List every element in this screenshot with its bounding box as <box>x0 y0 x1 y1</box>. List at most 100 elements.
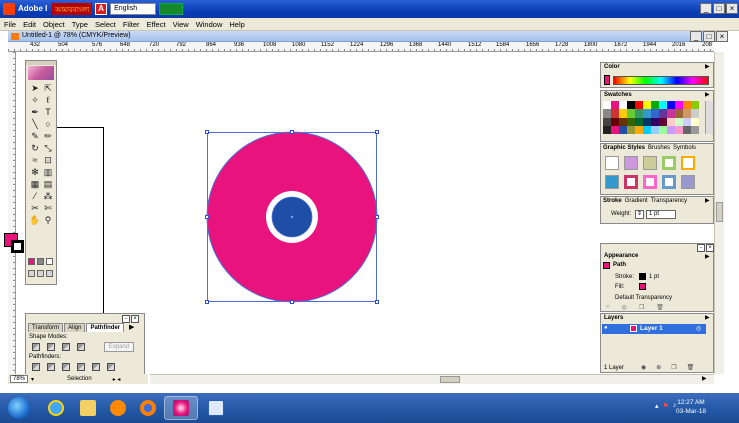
type-tool-icon[interactable]: T <box>42 107 54 118</box>
line-tool-icon[interactable]: ╲ <box>29 119 41 130</box>
stroke-color-swatch[interactable] <box>11 240 24 253</box>
illustrator-taskbar-button[interactable] <box>164 396 198 420</box>
tab-graphic-styles[interactable]: Graphic Styles <box>603 145 645 151</box>
swatch[interactable] <box>683 125 691 134</box>
menu-object[interactable]: Object <box>43 20 65 29</box>
stroke-weight-input[interactable]: 1 pt <box>646 210 676 219</box>
rotate-tool-icon[interactable]: ↻ <box>29 143 41 154</box>
free-transform-tool-icon[interactable]: ⊡ <box>42 155 54 166</box>
zoom-level-field[interactable]: 78% <box>10 375 29 383</box>
ime-bangla-label[interactable]: আমারবাংলা <box>52 3 93 15</box>
tab-transparency[interactable]: Transparency <box>651 198 687 204</box>
style-thumb[interactable] <box>643 175 657 189</box>
swatches-panel-menu-icon[interactable]: ▶ <box>705 91 710 98</box>
swatch[interactable] <box>643 109 651 118</box>
ellipse-tool-icon[interactable]: ○ <box>42 119 54 130</box>
selection-handle[interactable] <box>375 130 379 134</box>
duplicate-item-icon[interactable]: ❐ <box>639 304 644 311</box>
layer-name[interactable]: Layer 1 <box>640 325 663 332</box>
swatch[interactable] <box>667 125 675 134</box>
menu-select[interactable]: Select <box>95 20 116 29</box>
layers-panel-title[interactable]: Layers <box>604 315 623 321</box>
swatch[interactable] <box>643 125 651 134</box>
media-player-taskbar-button[interactable] <box>104 396 132 420</box>
zoom-dropdown-icon[interactable]: ▾ <box>31 376 34 383</box>
tab-pathfinder[interactable]: Pathfinder <box>86 323 125 332</box>
pen-tool-icon[interactable]: ✒ <box>29 107 41 118</box>
stroke-weight-stepper[interactable]: ⇕ <box>635 210 644 219</box>
restore-icon[interactable]: □ <box>713 3 725 14</box>
add-to-shape-icon[interactable] <box>32 343 40 351</box>
swatch[interactable] <box>635 117 643 126</box>
trim-icon[interactable] <box>47 363 55 371</box>
reduce-basic-icon[interactable]: ◎ <box>622 304 627 311</box>
swatch[interactable] <box>619 125 627 134</box>
swatch[interactable] <box>659 117 667 126</box>
style-thumb[interactable] <box>624 175 638 189</box>
scroll-right-arrow-icon[interactable]: ▶ <box>702 375 707 382</box>
selection-handle[interactable] <box>205 215 209 219</box>
warp-tool-icon[interactable]: ≈ <box>29 155 41 166</box>
selection-handle[interactable] <box>205 300 209 304</box>
tab-symbols[interactable]: Symbols <box>673 145 696 151</box>
swatch[interactable] <box>627 125 635 134</box>
horizontal-scrollbar[interactable]: ▶ <box>150 374 714 384</box>
layer-target-icon[interactable]: ◎ <box>696 325 701 332</box>
direct-selection-tool-icon[interactable]: ⇱ <box>42 83 54 94</box>
appearance-panel-menu-icon[interactable]: ▶ <box>705 253 710 260</box>
color-panel-title[interactable]: Color <box>604 64 620 70</box>
swatch[interactable] <box>659 125 667 134</box>
swatch[interactable] <box>643 117 651 126</box>
ime-language-select[interactable]: English <box>110 3 157 15</box>
style-thumb[interactable] <box>662 156 676 170</box>
swatch[interactable] <box>627 117 635 126</box>
style-thumb[interactable] <box>662 175 676 189</box>
appearance-stroke-swatch[interactable] <box>639 273 646 280</box>
tab-stroke[interactable]: Stroke <box>603 198 622 204</box>
create-sublayer-icon[interactable]: ⊕ <box>656 364 661 371</box>
layer-row[interactable]: ● Layer 1 ◎ <box>602 324 706 334</box>
swatch[interactable] <box>651 125 659 134</box>
tab-transform[interactable]: Transform <box>28 323 64 332</box>
screen-mode-icon[interactable] <box>37 270 44 277</box>
swatch[interactable] <box>667 109 675 118</box>
swatch[interactable] <box>659 109 667 118</box>
menu-type[interactable]: Type <box>72 20 88 29</box>
swatch[interactable] <box>651 109 659 118</box>
swatch[interactable] <box>691 109 699 118</box>
swatch[interactable] <box>691 117 699 126</box>
color-spectrum-bar[interactable] <box>613 76 709 85</box>
vertical-scrollbar[interactable] <box>714 52 724 374</box>
hand-tool-icon[interactable]: ✋ <box>29 215 41 226</box>
swatch[interactable] <box>667 117 675 126</box>
delete-layer-icon[interactable]: 🗑 <box>687 364 695 371</box>
slice-tool-icon[interactable]: ✄ <box>42 203 54 214</box>
tab-gradient[interactable]: Gradient <box>625 198 648 204</box>
swatch[interactable] <box>683 109 691 118</box>
swatch[interactable] <box>691 125 699 134</box>
swatch[interactable] <box>611 117 619 126</box>
taskbar-clock[interactable]: 12:27 AM 03-Mar-18 <box>676 398 706 416</box>
minus-back-icon[interactable] <box>107 363 115 371</box>
selection-handle[interactable] <box>290 300 294 304</box>
exclude-shape-icon[interactable] <box>77 343 85 351</box>
swatches-panel-title[interactable]: Swatches <box>604 92 632 98</box>
file-explorer-taskbar-button[interactable] <box>74 396 102 420</box>
horizontal-ruler[interactable]: 432 504 576 648 720 792 864 936 1008 108… <box>8 42 714 52</box>
gradient-tool-icon[interactable]: ▤ <box>42 179 54 190</box>
firefox-taskbar-button[interactable] <box>134 396 162 420</box>
ime-extra-icon[interactable] <box>159 3 184 15</box>
tab-brushes[interactable]: Brushes <box>648 145 670 151</box>
minimize-icon[interactable]: _ <box>700 3 712 14</box>
panel-close-icon[interactable]: × <box>131 315 139 323</box>
swatch[interactable] <box>659 101 667 110</box>
magic-wand-tool-icon[interactable]: ✧ <box>29 95 41 106</box>
menu-help[interactable]: Help <box>229 20 244 29</box>
appearance-item[interactable]: Path <box>613 262 626 268</box>
selection-handle[interactable] <box>290 130 294 134</box>
horizontal-scroll-thumb[interactable] <box>440 376 460 383</box>
crop-icon[interactable] <box>77 363 85 371</box>
swatch[interactable] <box>603 101 611 110</box>
tray-arrow-icon[interactable]: ▴ <box>655 402 659 410</box>
swatch[interactable] <box>611 109 619 118</box>
